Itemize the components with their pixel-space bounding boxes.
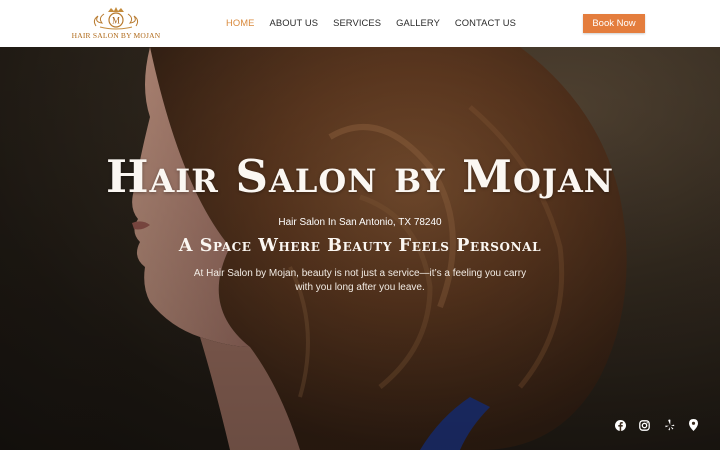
logo-crest-icon: M <box>93 7 139 30</box>
nav-services[interactable]: SERVICES <box>333 17 381 28</box>
hero-tagline: A Space Where Beauty Feels Personal <box>178 236 542 256</box>
logo-text: HAIR SALON BY MOJAN <box>71 31 161 40</box>
nav-gallery[interactable]: GALLERY <box>396 17 440 28</box>
main-nav: HOME ABOUT US SERVICES GALLERY CONTACT U… <box>226 17 531 28</box>
instagram-icon[interactable] <box>637 417 653 433</box>
nav-contact-us[interactable]: CONTACT US <box>455 17 516 28</box>
social-links <box>612 417 710 433</box>
site-header: M HAIR SALON BY MOJAN HOME ABOUT US SERV… <box>0 0 720 47</box>
nav-about-us[interactable]: ABOUT US <box>270 17 319 28</box>
hero-section: Hair Salon by Mojan Hair Salon In San An… <box>0 47 720 450</box>
book-now-button[interactable]: Book Now <box>583 14 645 33</box>
hero-location: Hair Salon In San Antonio, TX 78240 <box>278 217 442 228</box>
hero-description: At Hair Salon by Mojan, beauty is not ju… <box>193 268 527 293</box>
nav-home[interactable]: HOME <box>226 17 255 28</box>
logo-monogram: M <box>112 16 120 26</box>
yelp-icon[interactable] <box>661 417 677 433</box>
map-pin-icon[interactable] <box>686 417 702 433</box>
hero-title: Hair Salon by Mojan <box>105 150 615 203</box>
facebook-icon[interactable] <box>612 417 628 433</box>
salon-logo[interactable]: M HAIR SALON BY MOJAN <box>71 6 161 42</box>
